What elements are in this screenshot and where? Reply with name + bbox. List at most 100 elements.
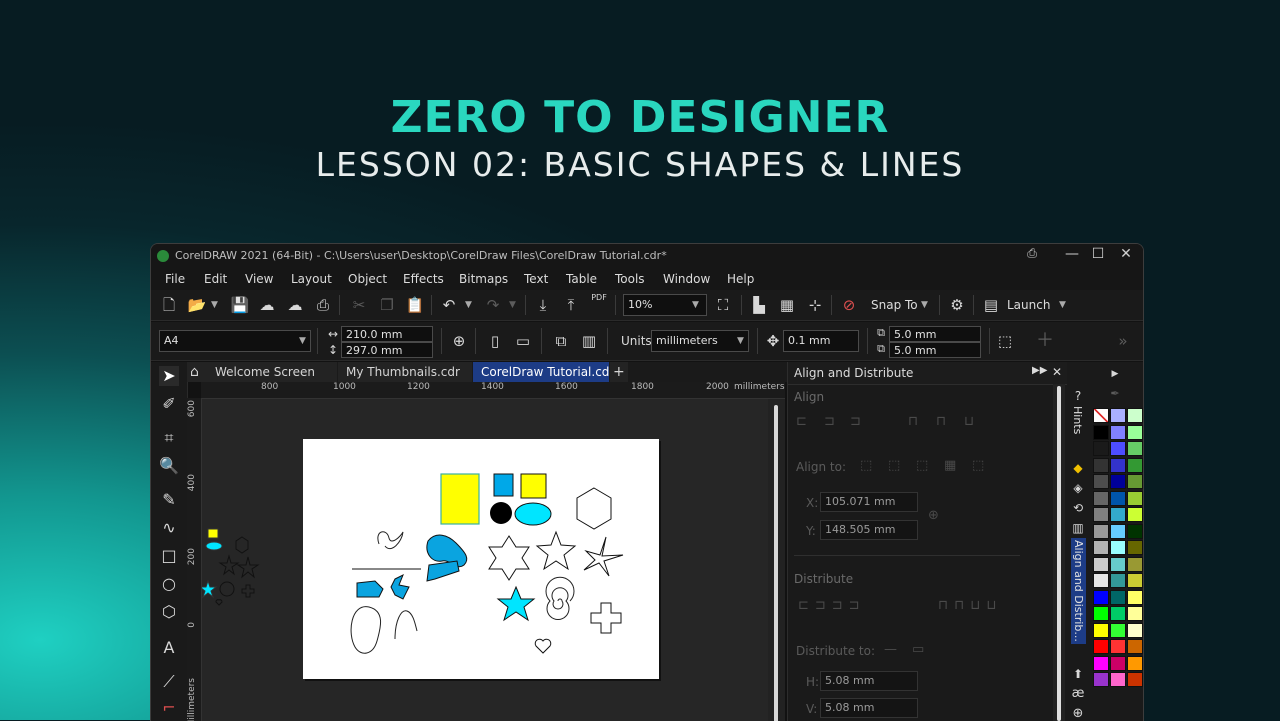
- color-swatch[interactable]: [1110, 672, 1126, 687]
- menu-tools[interactable]: Tools: [615, 272, 645, 286]
- color-swatch[interactable]: [1110, 523, 1126, 539]
- redo-dropdown-icon[interactable]: ▼: [509, 300, 516, 310]
- small-yellow-square[interactable]: [520, 473, 547, 499]
- color-swatch[interactable]: [1093, 523, 1109, 539]
- blue-square[interactable]: [493, 473, 514, 497]
- heart-shape[interactable]: [534, 638, 552, 654]
- hexagon[interactable]: [576, 487, 612, 530]
- v-spacing-field[interactable]: 5.08 mm: [820, 698, 918, 718]
- cut-icon[interactable]: ✂: [349, 295, 369, 315]
- five-point-star[interactable]: [535, 530, 577, 571]
- color-swatch[interactable]: [1110, 655, 1126, 671]
- snap-to-dropdown-icon[interactable]: ▼: [921, 300, 928, 310]
- units-dropdown-icon[interactable]: ▼: [737, 336, 744, 346]
- snap-off-icon[interactable]: ⊘: [839, 295, 859, 315]
- freehand-tool-icon[interactable]: ✎: [159, 490, 179, 510]
- color-swatch[interactable]: [1110, 507, 1126, 522]
- distribute-to-selection-icon[interactable]: —: [884, 642, 897, 657]
- color-swatch[interactable]: [1127, 408, 1143, 423]
- crop-tool-icon[interactable]: ⌗: [159, 428, 179, 448]
- pick-tool-icon[interactable]: ➤: [159, 366, 179, 386]
- color-swatch[interactable]: [1127, 639, 1143, 654]
- color-swatch[interactable]: [1110, 639, 1126, 654]
- tab-coreldraw-tutorial[interactable]: CorelDraw Tutorial.cdr*: [473, 362, 620, 382]
- menu-view[interactable]: View: [245, 272, 273, 286]
- color-swatch[interactable]: [1093, 474, 1109, 489]
- menu-window[interactable]: Window: [663, 272, 710, 286]
- color-swatch[interactable]: [1110, 606, 1126, 621]
- cloud-download-icon[interactable]: ☁: [257, 295, 277, 315]
- color-swatch[interactable]: [1110, 573, 1126, 588]
- full-screen-icon[interactable]: ⛶: [713, 295, 733, 315]
- color-swatch[interactable]: [1127, 606, 1143, 621]
- color-swatch[interactable]: [1093, 606, 1109, 621]
- page-layout-icon[interactable]: ⧉: [551, 331, 571, 351]
- color-swatch[interactable]: [1110, 457, 1126, 473]
- ellipse-tool-icon[interactable]: ○: [159, 574, 179, 594]
- launch-dropdown-icon[interactable]: ▼: [1059, 300, 1066, 310]
- menu-help[interactable]: Help: [727, 272, 754, 286]
- shape-tool-icon[interactable]: ✐: [159, 394, 179, 414]
- x-position-field[interactable]: 105.071 mm: [820, 492, 918, 512]
- align-to-page-center-icon[interactable]: ⬚: [916, 458, 928, 473]
- scrollbar-thumb[interactable]: [774, 405, 778, 721]
- portrait-icon[interactable]: ▯: [485, 331, 505, 351]
- duplicate-x-field[interactable]: 5.0 mm: [889, 326, 981, 342]
- eyedropper-icon[interactable]: ✒: [1105, 384, 1125, 404]
- color-swatch[interactable]: [1093, 424, 1109, 440]
- color-swatch[interactable]: [1127, 573, 1143, 588]
- align-to-page-edge-icon[interactable]: ⬚: [888, 458, 900, 473]
- color-swatch[interactable]: [1110, 622, 1126, 638]
- settings-gear-icon[interactable]: ⚙: [947, 295, 967, 315]
- color-swatch[interactable]: [1093, 556, 1109, 572]
- off-page-cross[interactable]: [241, 584, 255, 598]
- scrollbar-thumb[interactable]: [1057, 386, 1061, 721]
- align-left-icon[interactable]: ⊏: [796, 414, 807, 429]
- cross-shape[interactable]: [590, 602, 622, 634]
- docker-scrollbar[interactable]: [1053, 384, 1065, 721]
- downloads-icon[interactable]: ⎙: [1021, 246, 1043, 261]
- paste-icon[interactable]: 📋: [405, 295, 425, 315]
- color-swatch[interactable]: [1110, 408, 1126, 423]
- export-docker-icon[interactable]: ⬆: [1068, 664, 1088, 684]
- color-swatch[interactable]: [1127, 523, 1143, 539]
- cyan-ellipse[interactable]: [514, 502, 552, 526]
- drawing-canvas[interactable]: [202, 399, 768, 721]
- distribute-vertical-icons[interactable]: ⊓⊓⊔⊔: [938, 598, 1003, 613]
- no-fill-swatch[interactable]: [1093, 408, 1109, 423]
- menu-text[interactable]: Text: [524, 272, 548, 286]
- horizontal-ruler[interactable]: 800 1000 1200 1400 1600 1800 2000 millim…: [201, 382, 785, 399]
- maximize-button[interactable]: ☐: [1087, 246, 1109, 262]
- color-swatch[interactable]: [1093, 573, 1109, 588]
- color-swatch[interactable]: [1110, 540, 1126, 555]
- color-swatch[interactable]: [1127, 490, 1143, 506]
- show-rulers-icon[interactable]: ▙: [749, 295, 769, 315]
- undo-icon[interactable]: ↶: [439, 295, 459, 315]
- color-swatch[interactable]: [1093, 655, 1109, 671]
- spiral[interactable]: [545, 576, 575, 620]
- color-swatch[interactable]: [1110, 441, 1126, 456]
- color-swatch[interactable]: [1127, 474, 1143, 489]
- nudge-distance-field[interactable]: 0.1 mm: [783, 330, 859, 352]
- freehand-curve[interactable]: [377, 531, 404, 550]
- sharp-star[interactable]: [583, 536, 624, 577]
- copy-icon[interactable]: ❐: [377, 295, 397, 315]
- docker-close-icon[interactable]: ✕: [1052, 365, 1062, 379]
- align-distribute-tab[interactable]: Align and Distrib...: [1071, 538, 1086, 644]
- off-page-heart[interactable]: [215, 599, 223, 606]
- publish-pdf-icon[interactable]: PDF: [589, 293, 609, 303]
- menu-object[interactable]: Object: [348, 272, 387, 286]
- vertical-ruler[interactable]: 600 400 200 0 Millimeters: [187, 398, 202, 721]
- page[interactable]: [303, 439, 659, 679]
- page-frame-icon[interactable]: ⬚: [995, 331, 1015, 351]
- menu-bitmaps[interactable]: Bitmaps: [459, 272, 508, 286]
- align-to-point-icon[interactable]: ⬚: [972, 458, 984, 473]
- text-tool-icon[interactable]: A: [159, 638, 179, 658]
- color-swatch[interactable]: [1110, 424, 1126, 440]
- hints-tab[interactable]: Hints: [1071, 406, 1084, 434]
- align-center-v-icon[interactable]: ⊓: [936, 414, 946, 429]
- add-icon[interactable]: ＋: [1035, 331, 1055, 351]
- bleed-icon[interactable]: ▥: [579, 331, 599, 351]
- undo-dropdown-icon[interactable]: ▼: [465, 300, 472, 310]
- page-height-field[interactable]: 297.0 mm: [341, 342, 433, 358]
